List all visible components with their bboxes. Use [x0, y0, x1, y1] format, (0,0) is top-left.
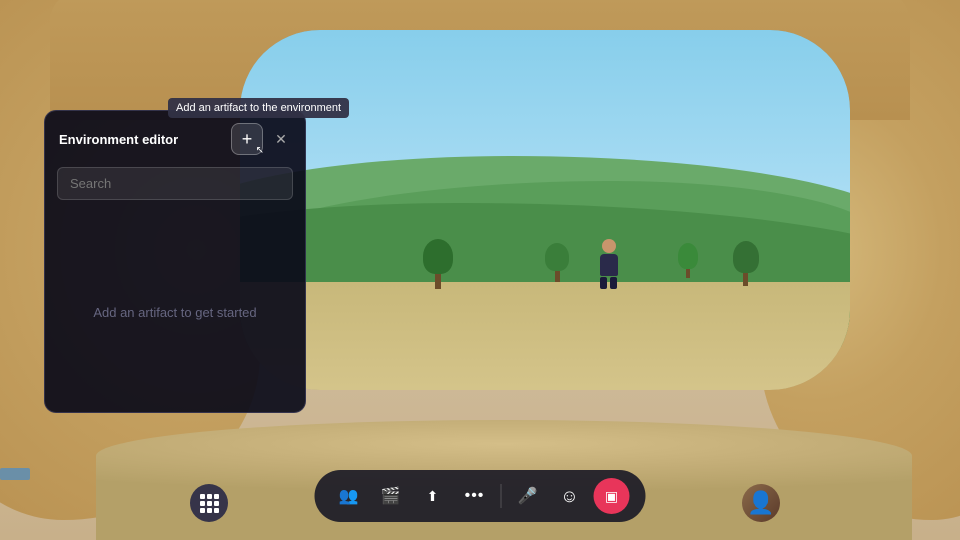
window-ground — [240, 282, 850, 390]
emoji-icon: ☺ — [560, 486, 578, 507]
panel-title: Environment editor — [59, 132, 178, 147]
bottom-toolbar: 👥 🎬 ⬆ ••• 🎤 ☺ ▣ — [315, 470, 646, 522]
search-input[interactable] — [57, 167, 293, 200]
scene-avatar — [594, 239, 624, 289]
mic-icon: 🎤 — [518, 486, 538, 506]
tree-2 — [545, 238, 569, 282]
panel-body: Add an artifact to get started — [45, 212, 305, 412]
screen-share-icon: ▣ — [605, 488, 618, 505]
empty-state-message: Add an artifact to get started — [93, 305, 256, 320]
camera-button[interactable]: 🎬 — [373, 478, 409, 514]
share-button[interactable]: ⬆ — [415, 478, 451, 514]
panel-header: Environment editor + ↖ ✕ — [45, 111, 305, 167]
tooltip-text: Add an artifact to the environment — [176, 102, 341, 114]
environment-editor-panel: Environment editor + ↖ ✕ Add an artifact… — [44, 110, 306, 413]
toolbar-divider — [501, 484, 502, 508]
screen-share-button[interactable]: ▣ — [594, 478, 630, 514]
cursor-icon: ↖ — [256, 145, 264, 156]
apps-grid-button[interactable] — [190, 484, 228, 522]
close-icon: ✕ — [275, 131, 287, 148]
people-icon: 👥 — [339, 486, 359, 506]
share-icon: ⬆ — [427, 488, 439, 505]
more-button[interactable]: ••• — [457, 478, 493, 514]
people-button[interactable]: 👥 — [331, 478, 367, 514]
more-icon: ••• — [465, 487, 485, 505]
window-frame — [240, 30, 850, 390]
mic-button[interactable]: 🎤 — [510, 478, 546, 514]
user-avatar-button[interactable]: 👤 — [742, 484, 780, 522]
add-icon: + — [242, 129, 253, 150]
accent-decoration — [0, 468, 30, 480]
grid-icon — [200, 494, 219, 513]
close-button[interactable]: ✕ — [271, 129, 291, 149]
camera-icon: 🎬 — [381, 486, 401, 506]
tree-4 — [678, 238, 698, 278]
emoji-button[interactable]: ☺ — [552, 478, 588, 514]
add-artifact-button[interactable]: + ↖ — [231, 123, 263, 155]
search-container — [45, 167, 305, 212]
avatar-icon: 👤 — [747, 490, 774, 516]
avatar-image: 👤 — [742, 484, 780, 522]
tree-1 — [423, 234, 453, 289]
add-artifact-tooltip: Add an artifact to the environment — [168, 98, 349, 118]
tree-3 — [733, 236, 759, 286]
panel-header-actions: + ↖ ✕ — [231, 123, 291, 155]
